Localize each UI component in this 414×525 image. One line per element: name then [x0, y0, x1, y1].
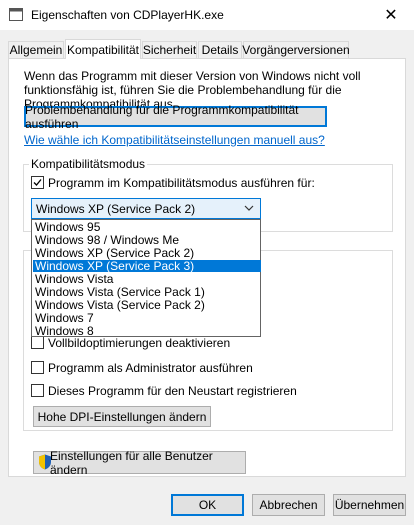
compat-mode-checkbox-label: Programm im Kompatibilitätsmodus ausführ… [48, 176, 315, 190]
tab-vorgaengerversionen[interactable]: Vorgängerversionen [242, 41, 350, 58]
high-dpi-button-label: Hohe DPI-Einstellungen ändern [37, 409, 207, 424]
register-restart-checkbox[interactable] [31, 384, 44, 397]
dropdown-option[interactable]: Windows Vista (Service Pack 2) [33, 299, 261, 311]
dropdown-option[interactable]: Windows 8 [33, 325, 261, 337]
dropdown-option[interactable]: Windows XP (Service Pack 2) [33, 247, 261, 259]
checkmark-icon [33, 179, 42, 186]
compat-mode-select[interactable]: Windows XP (Service Pack 2) [31, 198, 261, 219]
cancel-button[interactable]: Abbrechen [252, 494, 325, 516]
tab-strip: Allgemein Kompatibilität Sicherheit Deta… [8, 39, 406, 59]
tab-kompatibilitaet[interactable]: Kompatibilität [65, 39, 141, 59]
dropdown-option[interactable]: Windows 7 [33, 312, 261, 324]
close-button[interactable]: ✕ [368, 0, 414, 30]
close-icon: ✕ [384, 7, 398, 24]
application-icon [9, 8, 23, 21]
troubleshoot-button-label: Problembehandlung für die Programmkompat… [25, 102, 299, 131]
window-title: Eigenschaften von CDPlayerHK.exe [31, 8, 224, 22]
fullscreen-optimizations-label: Vollbildoptimierungen deaktivieren [48, 336, 231, 350]
tab-details[interactable]: Details [198, 41, 242, 58]
dropdown-option-highlighted[interactable]: Windows XP (Service Pack 3) [33, 260, 261, 272]
title-bar: Eigenschaften von CDPlayerHK.exe ✕ [0, 0, 414, 30]
run-as-admin-checkbox[interactable] [31, 361, 44, 374]
high-dpi-button[interactable]: Hohe DPI-Einstellungen ändern [33, 406, 211, 427]
help-link[interactable]: Wie wähle ich Kompatibilitätseinstellung… [24, 133, 325, 147]
tab-label: Details [201, 43, 239, 57]
tab-label: Allgemein [9, 43, 63, 57]
uac-shield-icon [39, 454, 51, 470]
dropdown-option[interactable]: Windows 98 / Windows Me [33, 234, 261, 246]
chevron-down-icon [244, 205, 254, 211]
dropdown-option[interactable]: Windows Vista [33, 273, 261, 285]
compat-mode-group-label: Kompatibilitätsmodus [29, 157, 148, 171]
cancel-button-label: Abbrechen [259, 498, 318, 512]
all-users-settings-button[interactable]: Einstellungen für alle Benutzer ändern [33, 448, 246, 477]
apply-button-label: Übernehmen [334, 498, 405, 512]
tab-label: Sicherheit [142, 43, 197, 57]
ok-button[interactable]: OK [171, 494, 244, 516]
compat-mode-checkbox[interactable] [31, 176, 44, 189]
dropdown-option[interactable]: Windows Vista (Service Pack 1) [33, 286, 261, 298]
tab-allgemein[interactable]: Allgemein [8, 41, 64, 58]
compat-mode-select-value: Windows XP (Service Pack 2) [36, 202, 196, 216]
tab-label: Vorgängerversionen [242, 43, 350, 57]
run-as-admin-label: Programm als Administrator ausführen [48, 361, 253, 375]
register-restart-label: Dieses Programm für den Neustart registr… [48, 384, 297, 398]
all-users-settings-label: Einstellungen für alle Benutzer ändern [50, 448, 213, 477]
tab-sicherheit[interactable]: Sicherheit [142, 41, 197, 58]
dropdown-option[interactable]: Windows 95 [33, 221, 261, 233]
troubleshoot-button[interactable]: Problembehandlung für die Programmkompat… [24, 103, 327, 131]
compat-mode-dropdown-list: Windows 95 Windows 98 / Windows Me Windo… [31, 219, 261, 337]
apply-button[interactable]: Übernehmen [333, 494, 406, 516]
tab-label: Kompatibilität [66, 42, 140, 57]
ok-button-label: OK [198, 498, 217, 512]
